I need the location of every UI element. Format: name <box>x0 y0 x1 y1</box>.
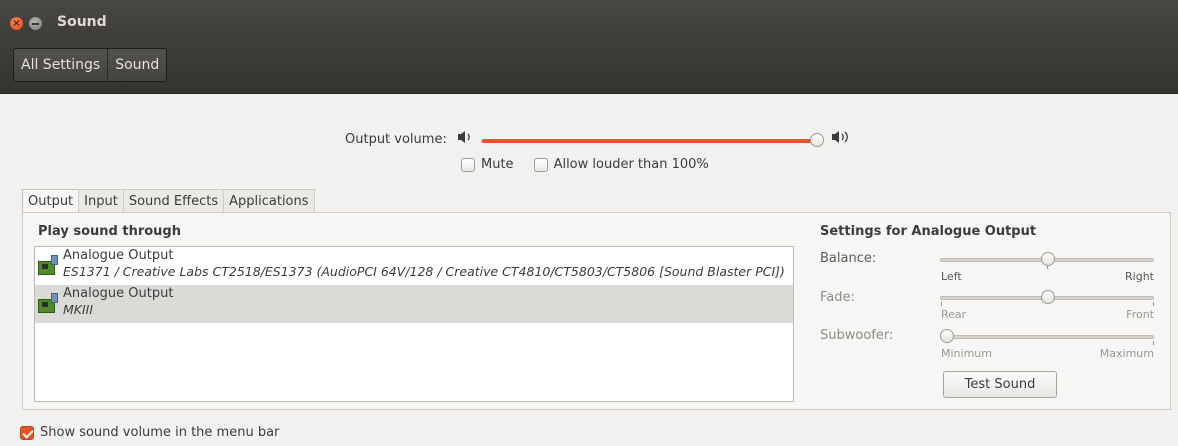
tab-input[interactable]: Input <box>78 189 124 214</box>
menu-bar-option-row: Show sound volume in the menu bar <box>20 425 279 440</box>
play-sound-through-heading: Play sound through <box>38 224 181 239</box>
tab-bar: Output Input Sound Effects Applications <box>22 189 315 214</box>
window-title: Sound <box>57 14 107 30</box>
allow-louder-label: Allow louder than 100% <box>553 157 709 172</box>
breadcrumb-sound[interactable]: Sound <box>107 49 166 81</box>
output-volume-slider[interactable] <box>481 139 817 143</box>
device-name: Analogue Output <box>63 248 174 263</box>
fade-right-tick <box>1153 302 1154 306</box>
header-toolbar: All Settings Sound <box>0 38 1178 94</box>
speaker-low-icon <box>456 129 476 149</box>
volume-options-row: Mute Allow louder than 100% <box>461 157 709 172</box>
balance-left-label: Left <box>941 270 962 283</box>
minimize-icon <box>32 22 39 25</box>
tab-output[interactable]: Output <box>22 189 80 214</box>
allow-louder-checkbox[interactable] <box>533 157 548 172</box>
output-device-list: Analogue Output ES1371 / Creative Labs C… <box>34 246 794 402</box>
list-item-selected[interactable]: Analogue Output MKIII <box>35 285 793 323</box>
balance-right-label: Right <box>1125 270 1154 283</box>
close-icon: × <box>12 17 21 29</box>
device-description: MKIII <box>63 302 94 317</box>
fade-slider-handle[interactable] <box>1041 290 1055 304</box>
balance-label: Balance: <box>820 251 877 266</box>
subwoofer-max-label: Maximum <box>1099 347 1154 360</box>
volume-slider-fill <box>482 139 816 143</box>
subwoofer-label: Subwoofer: <box>820 328 894 343</box>
tab-applications[interactable]: Applications <box>223 189 315 214</box>
fade-left-tick <box>941 302 942 306</box>
subwoofer-slider-handle[interactable] <box>940 329 954 343</box>
subwoofer-max-tick <box>1153 341 1154 345</box>
output-panel: Play sound through Analogue Output ES137… <box>22 212 1171 410</box>
fade-right-label: Front <box>1126 308 1154 321</box>
sound-card-icon <box>38 255 58 275</box>
output-volume-label: Output volume: <box>345 132 447 147</box>
balance-center-tick <box>1047 265 1048 269</box>
balance-slider-handle[interactable] <box>1041 252 1055 266</box>
tab-sound-effects[interactable]: Sound Effects <box>122 189 225 214</box>
settings-heading: Settings for Analogue Output <box>820 224 1037 239</box>
volume-slider-handle[interactable] <box>810 133 824 147</box>
device-name: Analogue Output <box>63 286 174 301</box>
mute-label: Mute <box>481 157 514 172</box>
fade-left-label: Rear <box>941 308 967 321</box>
main-content: Output volume: Mute Allow louder than 10… <box>0 94 1178 446</box>
device-description: ES1371 / Creative Labs CT2518/ES1373 (Au… <box>63 264 785 279</box>
mute-checkbox[interactable] <box>461 157 475 172</box>
subwoofer-min-label: Minimum <box>941 347 992 360</box>
test-sound-button[interactable]: Test Sound <box>943 371 1057 398</box>
list-item[interactable]: Analogue Output ES1371 / Creative Labs C… <box>35 247 793 285</box>
show-volume-menu-bar-label: Show sound volume in the menu bar <box>40 425 280 440</box>
sound-card-icon <box>38 293 58 313</box>
breadcrumb-all-settings[interactable]: All Settings <box>14 49 107 81</box>
speaker-high-icon <box>830 129 852 149</box>
close-window-button[interactable]: × <box>10 17 23 30</box>
breadcrumb: All Settings Sound <box>13 48 168 82</box>
show-volume-menu-bar-checkbox[interactable] <box>20 425 34 440</box>
subwoofer-slider[interactable] <box>940 335 1154 339</box>
fade-label: Fade: <box>820 290 855 305</box>
minimize-window-button[interactable] <box>29 17 42 30</box>
